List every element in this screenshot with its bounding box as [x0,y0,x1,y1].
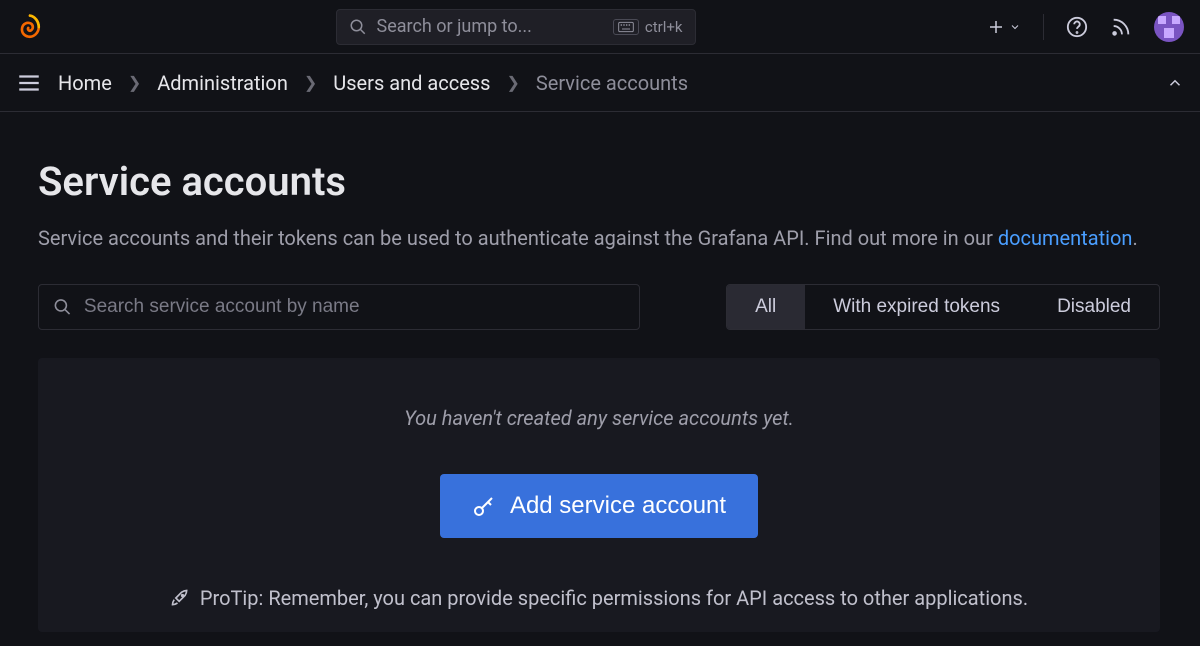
hamburger-icon [16,70,42,96]
keyboard-icon [618,21,634,33]
key-icon [472,494,496,518]
news-button[interactable] [1110,16,1132,38]
collapse-button[interactable] [1166,74,1184,92]
chevron-right-icon: ❯ [304,73,317,92]
breadcrumb-administration[interactable]: Administration [157,71,288,95]
add-menu-button[interactable] [987,18,1021,36]
page-title: Service accounts [38,158,1160,205]
add-button-label: Add service account [510,492,726,520]
search-icon [349,18,367,36]
search-icon [53,297,72,317]
service-account-search[interactable] [38,284,640,330]
filter-tab-all[interactable]: All [727,285,805,329]
help-button[interactable] [1066,16,1088,38]
filter-tabs: All With expired tokens Disabled [726,284,1160,330]
global-search-placeholder: Search or jump to... [377,16,603,37]
menu-toggle-button[interactable] [16,70,42,96]
breadcrumb-home[interactable]: Home [58,71,112,95]
help-icon [1066,16,1088,38]
chevron-up-icon [1166,74,1184,92]
filter-tab-disabled[interactable]: Disabled [1029,285,1159,329]
protip: ProTip: Remember, you can provide specif… [70,586,1128,610]
breadcrumb: Home ❯ Administration ❯ Users and access… [0,54,1200,112]
page-subtitle: Service accounts and their tokens can be… [38,223,1148,254]
separator [1043,14,1044,40]
user-avatar[interactable] [1154,12,1184,42]
service-account-search-input[interactable] [84,296,625,318]
empty-state: You haven't created any service accounts… [38,358,1160,632]
rocket-icon [170,588,190,608]
global-search[interactable]: Search or jump to... ctrl+k [336,9,696,45]
filter-tab-expired[interactable]: With expired tokens [805,285,1029,329]
empty-message: You haven't created any service accounts… [70,406,1128,430]
breadcrumb-users-and-access[interactable]: Users and access [333,71,490,95]
chevron-right-icon: ❯ [506,73,519,92]
add-service-account-button[interactable]: Add service account [440,474,758,538]
rss-icon [1110,16,1132,38]
chevron-right-icon: ❯ [128,73,141,92]
chevron-down-icon [1009,21,1021,33]
search-shortcut: ctrl+k [613,18,683,36]
documentation-link[interactable]: documentation [998,226,1133,250]
breadcrumb-current: Service accounts [536,71,688,95]
grafana-logo-icon[interactable] [16,13,44,41]
